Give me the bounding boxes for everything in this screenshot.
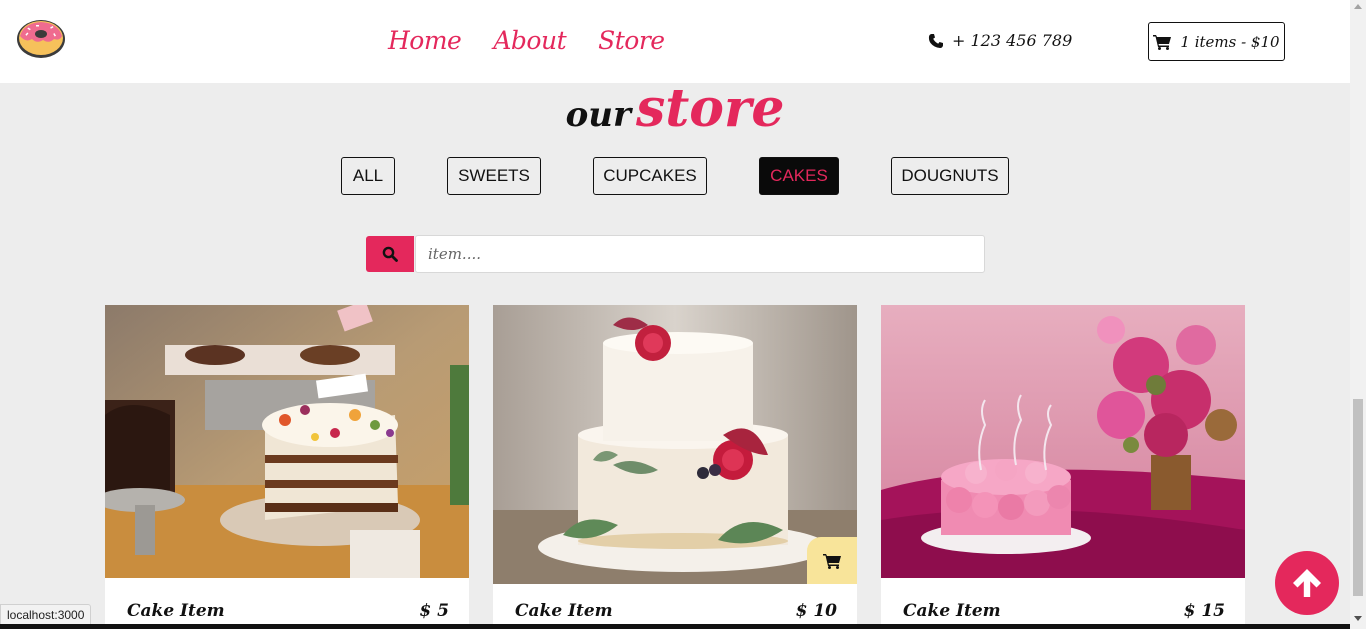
arrow-up-icon [1293,569,1321,597]
section-title: our store [0,78,1350,139]
title-store: store [635,78,785,139]
product-name: Cake Item [515,601,613,621]
product-card[interactable]: Cake Item $ 15 [881,305,1245,629]
filter-sweets-button[interactable]: SWEETS [447,157,541,195]
nav-link-store[interactable]: Store [598,26,665,55]
cart-button[interactable]: 1 items - $10 [1148,22,1285,61]
product-info: Cake Item $ 15 [903,601,1225,621]
scroll-up-arrow-icon[interactable] [1354,4,1362,9]
phone-number: + 123 456 789 [952,31,1073,50]
product-name: Cake Item [903,601,1001,621]
product-image[interactable] [493,305,857,584]
status-url: localhost:3000 [0,604,92,625]
scroll-down-arrow-icon[interactable] [1354,616,1362,621]
product-info: Cake Item $ 10 [515,601,837,621]
phone-contact: + 123 456 789 [928,31,1072,50]
title-our: our [565,95,631,135]
filter-cupcakes-button[interactable]: CUPCAKES [593,157,707,195]
page-scrollbar[interactable] [1350,0,1366,629]
phone-icon [928,33,943,48]
cart-icon [822,553,841,569]
scrollbar-thumb[interactable] [1353,399,1363,596]
filter-dougnuts-button[interactable]: DOUGNUTS [891,157,1009,195]
add-to-cart-button[interactable] [807,537,857,584]
search-icon [382,246,398,262]
nav-link-home[interactable]: Home [388,26,462,55]
filter-cakes-button[interactable]: CAKES [759,157,839,195]
product-card[interactable]: Cake Item $ 5 [105,305,469,629]
product-image[interactable] [881,305,1245,578]
bottom-strip [0,624,1350,629]
cart-icon [1153,34,1172,50]
donut-logo-icon[interactable] [16,17,66,59]
product-name: Cake Item [127,601,225,621]
search-button[interactable] [366,236,414,272]
search-input[interactable] [415,235,985,273]
product-price: $ 15 [1183,601,1225,621]
nav-links: Home About Store [388,26,665,55]
nav-link-about[interactable]: About [493,26,566,55]
product-price: $ 5 [419,601,449,621]
product-card[interactable]: Cake Item $ 10 [493,305,857,629]
scroll-to-top-button[interactable] [1275,551,1339,615]
cart-summary: 1 items - $10 [1180,32,1280,51]
product-image[interactable] [105,305,469,578]
navbar: Home About Store + 123 456 789 1 items -… [0,0,1350,83]
filter-all-button[interactable]: ALL [341,157,395,195]
product-price: $ 10 [795,601,837,621]
product-info: Cake Item $ 5 [127,601,449,621]
